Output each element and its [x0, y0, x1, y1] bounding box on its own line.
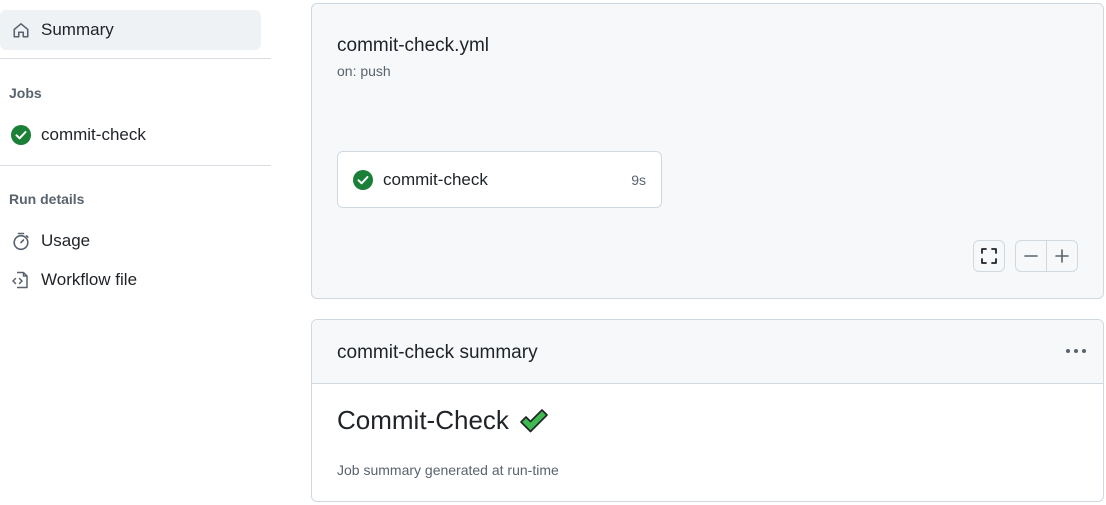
job-node-commit-check[interactable]: commit-check 9s	[337, 151, 662, 208]
summary-header: commit-check summary	[312, 320, 1103, 384]
more-options-button[interactable]	[1063, 338, 1089, 364]
plus-icon	[1054, 248, 1070, 264]
kebab-horizontal-icon	[1065, 348, 1087, 354]
sidebar-item-commit-check[interactable]: commit-check	[0, 115, 261, 155]
heavy-check-mark-icon	[519, 408, 549, 434]
minus-icon	[1023, 248, 1039, 264]
sidebar-divider	[0, 165, 271, 166]
summary-note: Job summary generated at run-time	[337, 462, 559, 478]
zoom-out-button[interactable]	[1016, 241, 1046, 271]
zoom-controls	[1015, 240, 1078, 272]
workflow-trigger: on: push	[337, 63, 391, 79]
stopwatch-icon	[10, 230, 32, 252]
run-details-heading: Run details	[9, 191, 85, 207]
job-name: commit-check	[383, 169, 488, 189]
sidebar-item-usage[interactable]: Usage	[0, 221, 261, 261]
sidebar: Summary Jobs commit-check Run details Us…	[0, 0, 271, 505]
sidebar-item-label: Usage	[41, 231, 91, 250]
check-circle-icon	[353, 169, 373, 190]
job-summary-panel: commit-check summary Commit-Check Job su…	[311, 319, 1104, 502]
sidebar-item-workflow-file[interactable]: Workflow file	[0, 260, 261, 300]
summary-heading-text: Commit-Check	[337, 405, 509, 435]
home-icon	[10, 19, 32, 41]
fullscreen-icon	[980, 247, 998, 265]
fullscreen-button[interactable]	[973, 240, 1005, 272]
workflow-run-page: Summary Jobs commit-check Run details Us…	[0, 0, 1106, 505]
sidebar-item-label: Workflow file	[41, 270, 138, 289]
jobs-heading: Jobs	[9, 85, 42, 101]
workflow-graph-panel: commit-check.yml on: push commit-check 9…	[311, 3, 1104, 299]
check-circle-icon	[10, 124, 32, 146]
summary-heading: Commit-Check	[337, 405, 549, 436]
job-duration: 9s	[631, 171, 646, 188]
workflow-file-name: commit-check.yml	[337, 35, 490, 56]
zoom-in-button[interactable]	[1046, 241, 1077, 271]
file-code-icon	[10, 269, 32, 291]
sidebar-item-label: Summary	[41, 20, 114, 39]
sidebar-item-label: commit-check	[41, 125, 146, 144]
sidebar-divider	[0, 58, 271, 59]
sidebar-item-summary[interactable]: Summary	[0, 10, 261, 50]
summary-title: commit-check summary	[337, 342, 538, 363]
